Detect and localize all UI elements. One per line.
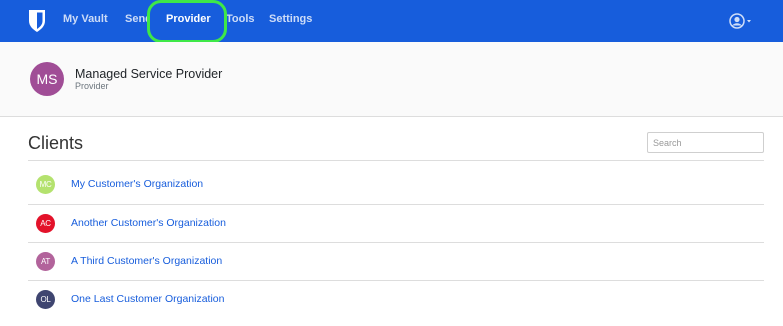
- top-navbar: My Vault Send Provider Tools Settings: [0, 0, 783, 43]
- client-avatar: AT: [36, 252, 55, 271]
- nav-provider[interactable]: Provider: [166, 13, 211, 25]
- nav-tools[interactable]: Tools: [226, 13, 255, 25]
- nav-my-vault[interactable]: My Vault: [63, 13, 108, 25]
- client-link[interactable]: Another Customer's Organization: [71, 217, 226, 229]
- nav-send-clip: Send: [125, 8, 149, 32]
- divider: [28, 280, 764, 281]
- client-avatar: OL: [36, 290, 55, 309]
- nav-send[interactable]: Send: [125, 13, 149, 25]
- search-input[interactable]: [647, 132, 764, 153]
- client-link[interactable]: My Customer's Organization: [71, 178, 203, 190]
- provider-avatar: MS: [30, 62, 64, 96]
- divider: [28, 160, 764, 161]
- nav-settings[interactable]: Settings: [269, 13, 312, 25]
- client-link[interactable]: A Third Customer's Organization: [71, 255, 222, 267]
- provider-name: Managed Service Provider: [75, 67, 223, 81]
- user-circle-icon[interactable]: [729, 12, 757, 30]
- client-link[interactable]: One Last Customer Organization: [71, 293, 225, 305]
- divider: [28, 204, 764, 205]
- provider-role: Provider: [75, 81, 109, 91]
- client-avatar: MC: [36, 175, 55, 194]
- provider-header: MS Managed Service Provider Provider: [0, 42, 783, 117]
- divider: [28, 242, 764, 243]
- client-avatar: AC: [36, 214, 55, 233]
- bitwarden-shield-icon[interactable]: [27, 9, 47, 33]
- chevron-down-icon: [747, 20, 751, 23]
- page-title: Clients: [28, 133, 84, 153]
